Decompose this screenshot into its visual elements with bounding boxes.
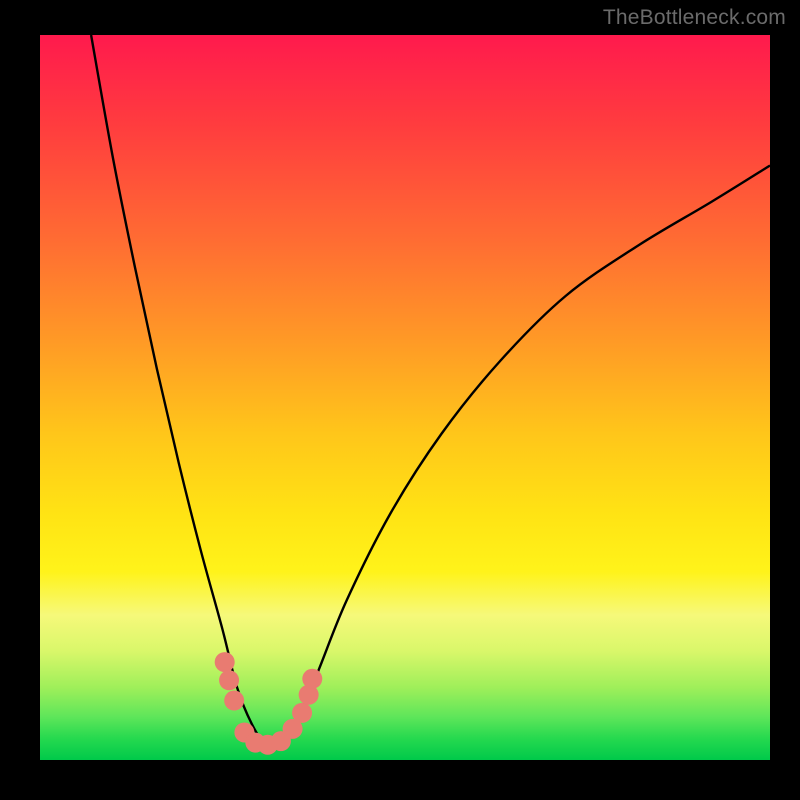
curve-svg <box>40 35 770 760</box>
highlight-dot <box>224 691 244 711</box>
highlight-dot <box>215 652 235 672</box>
bottleneck-curve-path <box>91 35 770 748</box>
chart-frame: TheBottleneck.com <box>0 0 800 800</box>
highlight-dot <box>302 669 322 689</box>
watermark-text: TheBottleneck.com <box>603 6 786 30</box>
highlight-dot <box>292 703 312 723</box>
highlight-dot <box>219 670 239 690</box>
plot-area <box>40 35 770 760</box>
highlight-dots-group <box>215 652 323 755</box>
